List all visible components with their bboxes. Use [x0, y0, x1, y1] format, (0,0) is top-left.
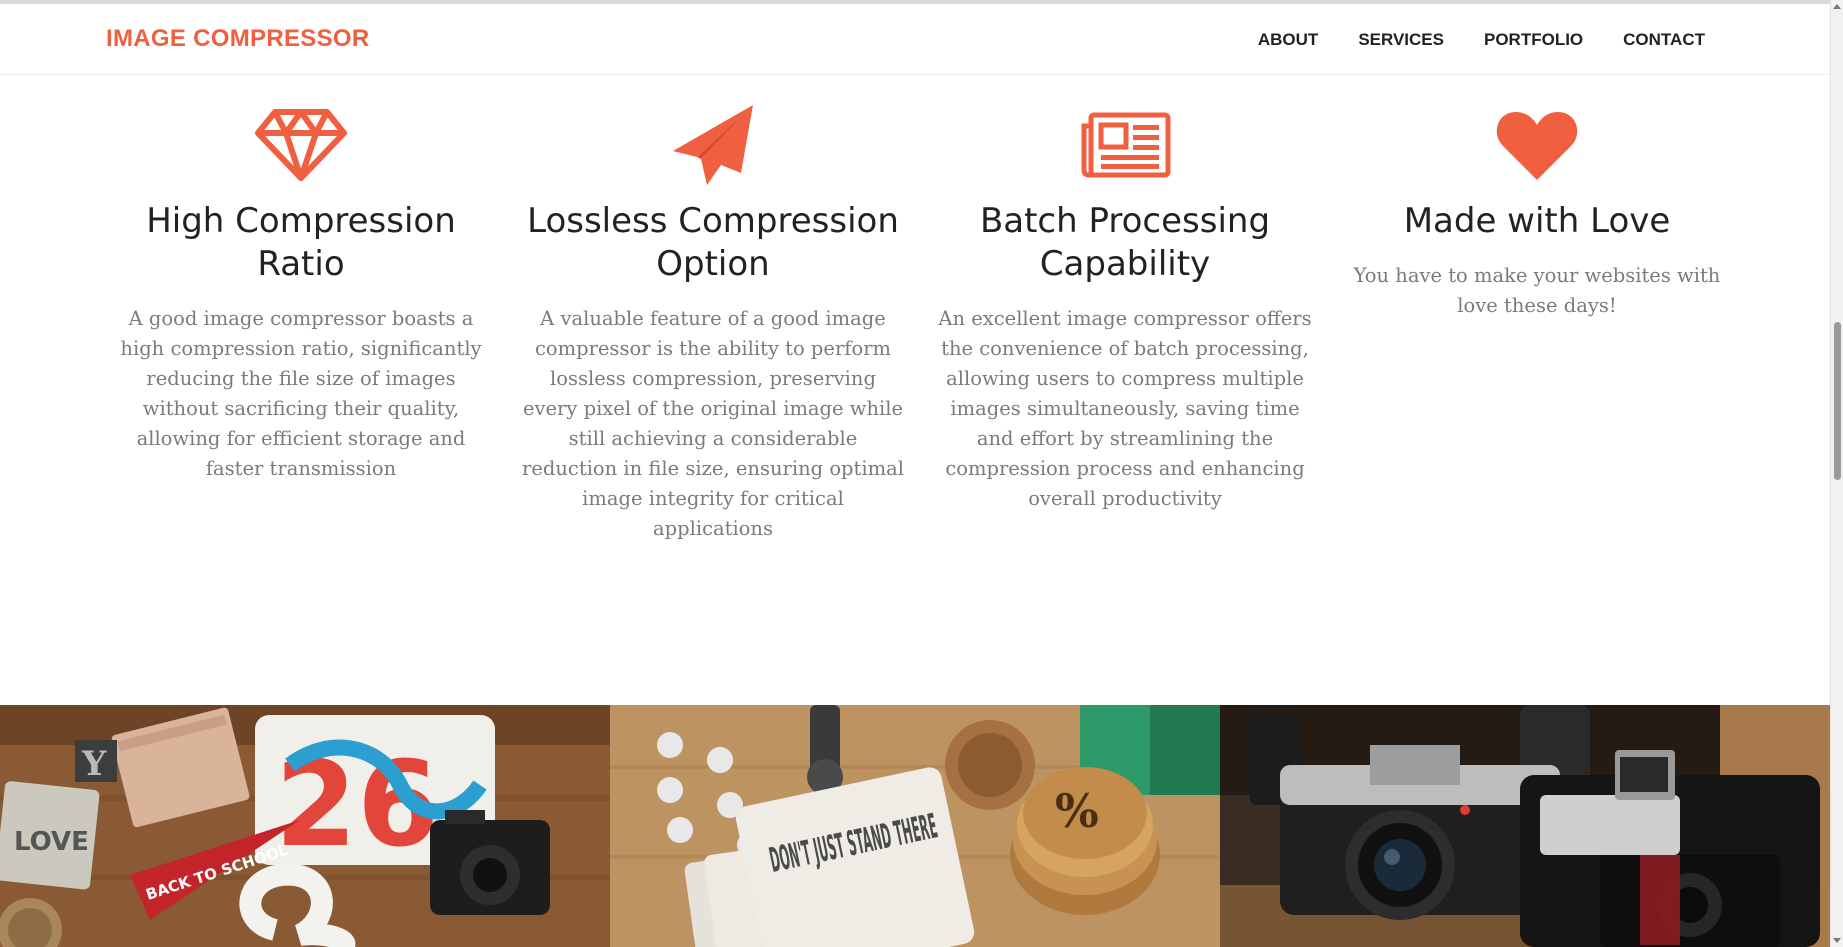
card-label-text: LOVE [14, 827, 89, 857]
newspaper-icon [1075, 100, 1175, 190]
feature-title: Batch Processing Capability [979, 201, 1271, 284]
feature-description: A valuable feature of a good image compr… [522, 307, 904, 540]
feature-lossless-compression: Lossless Compression Option A valuable f… [507, 100, 919, 544]
feature-description: An excellent image compressor offers the… [938, 307, 1312, 510]
nav-link-portfolio[interactable]: PORTFOLIO [1484, 30, 1583, 50]
nav-link-services[interactable]: SERVICES [1358, 30, 1444, 50]
desk-flatlay-photo[interactable]: 26 Y LOVE BACK TO SCHOOL [0, 705, 610, 947]
feature-title: Made with Love [1403, 201, 1671, 241]
scroll-up-arrow-icon[interactable] [1833, 4, 1841, 9]
heart-icon [1487, 100, 1587, 190]
brand-logo-link[interactable]: IMAGE COMPRESSOR [106, 25, 370, 53]
paper-plane-icon [663, 100, 763, 190]
feature-description: A good image compressor boasts a high co… [120, 307, 482, 480]
scrollbar-thumb[interactable] [1834, 322, 1841, 480]
portfolio-gallery: 26 Y LOVE BACK TO SCHOOL % [0, 705, 1830, 947]
svg-text:%: % [1055, 784, 1099, 838]
scroll-down-arrow-icon[interactable] [1833, 938, 1841, 943]
feature-title: Lossless Compression Option [527, 201, 899, 284]
coaster-photo[interactable]: DON'T JUST STAND THERE % [610, 705, 1220, 947]
page-scrollbar[interactable] [1830, 0, 1843, 947]
nav-links: ABOUT SERVICES PORTFOLIO CONTACT [1258, 30, 1705, 50]
feature-description: You have to make your websites with love… [1353, 264, 1721, 317]
svg-text:Y: Y [81, 744, 107, 784]
feature-batch-processing: Batch Processing Capability An excellent… [919, 100, 1331, 544]
diamond-icon [251, 100, 351, 190]
feature-made-with-love: Made with Love You have to make your web… [1331, 100, 1743, 544]
feature-high-compression: High Compression Ratio A good image comp… [95, 100, 507, 544]
navbar: IMAGE COMPRESSOR ABOUT SERVICES PORTFOLI… [0, 4, 1830, 75]
nav-link-about[interactable]: ABOUT [1258, 30, 1318, 50]
nav-link-contact[interactable]: CONTACT [1623, 30, 1705, 50]
vintage-cameras-photo[interactable] [1220, 705, 1830, 947]
features-section: High Compression Ratio A good image comp… [95, 100, 1745, 544]
feature-title: High Compression Ratio [146, 201, 456, 284]
